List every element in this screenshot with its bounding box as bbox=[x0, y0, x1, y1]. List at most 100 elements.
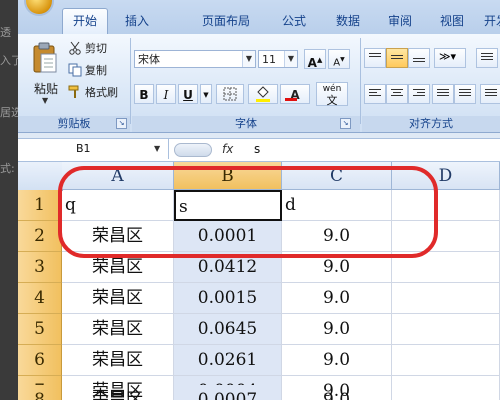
cell-a6[interactable]: 荣昌区 bbox=[62, 345, 174, 376]
font-launcher-icon[interactable]: ↘ bbox=[340, 118, 351, 129]
background-text: 式: bbox=[0, 162, 15, 175]
chevron-down-icon[interactable]: ▼ bbox=[242, 51, 255, 67]
spreadsheet-grid: A B C D 1 q s d 2 荣昌区 0.0001 9.0 3 荣昌区 0… bbox=[18, 162, 500, 400]
cell-c5[interactable]: 9.0 bbox=[282, 314, 392, 345]
office-button[interactable] bbox=[26, 0, 52, 14]
scissors-icon bbox=[69, 41, 81, 55]
tab-view[interactable]: 视图 bbox=[432, 9, 472, 33]
formula-buttons: fx bbox=[170, 140, 266, 158]
align-top-icon bbox=[369, 53, 381, 59]
bold-button[interactable]: B bbox=[134, 84, 154, 104]
borders-button[interactable] bbox=[216, 84, 244, 104]
cell-b8[interactable]: 0.0007 bbox=[174, 385, 282, 400]
merge-cells-button[interactable] bbox=[480, 84, 500, 104]
grow-arrow-icon: ▲ bbox=[316, 56, 323, 64]
font-name-select[interactable]: 宋体 ▼ bbox=[134, 50, 256, 68]
font-size-value: 11 bbox=[262, 53, 276, 66]
formula-input[interactable]: s bbox=[254, 139, 260, 159]
underline-dropdown[interactable]: ▼ bbox=[200, 84, 212, 104]
align-left-icon bbox=[369, 89, 381, 98]
paste-label: 粘贴 bbox=[33, 82, 58, 96]
cell-d2[interactable] bbox=[392, 221, 500, 252]
row-header[interactable]: 2 bbox=[18, 221, 62, 252]
cell-a2[interactable]: 荣昌区 bbox=[62, 221, 174, 252]
formula-scroll-handle[interactable] bbox=[174, 143, 212, 157]
cell-d3[interactable] bbox=[392, 252, 500, 283]
align-center-button[interactable] bbox=[386, 84, 408, 104]
tab-home[interactable]: 开始 bbox=[62, 8, 108, 34]
italic-button[interactable]: I bbox=[156, 84, 176, 104]
clipboard-launcher-icon[interactable]: ↘ bbox=[116, 118, 127, 129]
tab-insert[interactable]: 插入 bbox=[118, 9, 156, 33]
select-all-button[interactable] bbox=[18, 162, 63, 191]
insert-function-button[interactable]: fx bbox=[222, 140, 233, 158]
cell-b5[interactable]: 0.0645 bbox=[174, 314, 282, 345]
shrink-arrow-icon: ▼ bbox=[340, 56, 345, 63]
cell-c1[interactable]: d bbox=[282, 190, 392, 221]
column-header-a[interactable]: A bbox=[62, 162, 174, 190]
cell-a5[interactable]: 荣昌区 bbox=[62, 314, 174, 345]
cell-b6[interactable]: 0.0261 bbox=[174, 345, 282, 376]
cell-a3[interactable]: 荣昌区 bbox=[62, 252, 174, 283]
cell-d1[interactable] bbox=[392, 190, 500, 221]
phonetic-button[interactable]: wén 文 bbox=[316, 82, 348, 106]
align-left-button[interactable] bbox=[364, 84, 386, 104]
cell-d4[interactable] bbox=[392, 283, 500, 314]
tab-formulas[interactable]: 公式 bbox=[274, 9, 314, 33]
cell-c2[interactable]: 9.0 bbox=[282, 221, 392, 252]
cell-a8[interactable]: 荣昌区 bbox=[62, 385, 174, 400]
tab-page-layout[interactable]: 页面布局 bbox=[194, 9, 258, 33]
cell-b3[interactable]: 0.0412 bbox=[174, 252, 282, 283]
orientation-button[interactable]: ≫▾ bbox=[434, 48, 466, 68]
cell-b2[interactable]: 0.0001 bbox=[174, 221, 282, 252]
row-header[interactable]: 1 bbox=[18, 190, 62, 221]
increase-indent-button[interactable] bbox=[454, 84, 476, 104]
wrap-text-button[interactable] bbox=[476, 48, 498, 68]
chevron-down-icon[interactable]: ▼ bbox=[284, 51, 297, 67]
tab-data[interactable]: 数据 bbox=[328, 9, 368, 33]
cell-c8[interactable]: 9.0 bbox=[282, 385, 392, 400]
cell-c4[interactable]: 9.0 bbox=[282, 283, 392, 314]
decrease-indent-button[interactable] bbox=[432, 84, 454, 104]
name-box[interactable]: B1 ▼ bbox=[18, 139, 169, 159]
name-box-value: B1 bbox=[76, 142, 91, 155]
column-header-b[interactable]: B bbox=[174, 162, 282, 190]
cell-d5[interactable] bbox=[392, 314, 500, 345]
align-right-button[interactable] bbox=[408, 84, 430, 104]
column-header-d[interactable]: D bbox=[392, 162, 500, 190]
column-header-c[interactable]: C bbox=[282, 162, 392, 190]
phonetic-char: 文 bbox=[326, 94, 338, 107]
align-middle-button[interactable] bbox=[386, 48, 408, 68]
cut-button[interactable]: 剪切 bbox=[68, 40, 107, 58]
row-header[interactable]: 8 bbox=[18, 385, 62, 400]
cell-a4[interactable]: 荣昌区 bbox=[62, 283, 174, 314]
format-painter-button[interactable]: 格式刷 bbox=[68, 84, 118, 102]
fill-color-button[interactable] bbox=[248, 84, 278, 104]
grow-font-button[interactable]: A▲ bbox=[304, 49, 326, 70]
font-color-button[interactable]: A bbox=[280, 84, 310, 104]
align-top-button[interactable] bbox=[364, 48, 386, 68]
cell-d6[interactable] bbox=[392, 345, 500, 376]
row-header[interactable]: 3 bbox=[18, 252, 62, 283]
underline-button[interactable]: U bbox=[178, 84, 198, 104]
cell-a1[interactable]: q bbox=[62, 190, 174, 221]
cell-b4[interactable]: 0.0015 bbox=[174, 283, 282, 314]
cell-c3[interactable]: 9.0 bbox=[282, 252, 392, 283]
tab-review[interactable]: 审阅 bbox=[380, 9, 420, 33]
copy-button[interactable]: 复制 bbox=[68, 62, 107, 80]
tab-developer[interactable]: 开发工具 bbox=[478, 9, 500, 33]
cell-b1[interactable]: s bbox=[174, 190, 282, 221]
shrink-font-button[interactable]: A▼ bbox=[328, 49, 350, 69]
cell-d8[interactable] bbox=[392, 385, 500, 400]
paste-button[interactable]: 粘贴 ▼ bbox=[28, 40, 64, 106]
ribbon-tab-bar: 开始 插入 页面布局 公式 数据 审阅 视图 开发工具 bbox=[18, 0, 500, 35]
font-size-select[interactable]: 11 ▼ bbox=[258, 50, 298, 68]
merge-cells-icon bbox=[485, 89, 497, 98]
paint-bucket-icon bbox=[256, 86, 270, 102]
row-header[interactable]: 6 bbox=[18, 345, 62, 376]
cell-c6[interactable]: 9.0 bbox=[282, 345, 392, 376]
align-bottom-button[interactable] bbox=[408, 48, 430, 68]
row-header[interactable]: 4 bbox=[18, 283, 62, 314]
chevron-down-icon[interactable]: ▼ bbox=[154, 139, 160, 159]
row-header[interactable]: 5 bbox=[18, 314, 62, 345]
